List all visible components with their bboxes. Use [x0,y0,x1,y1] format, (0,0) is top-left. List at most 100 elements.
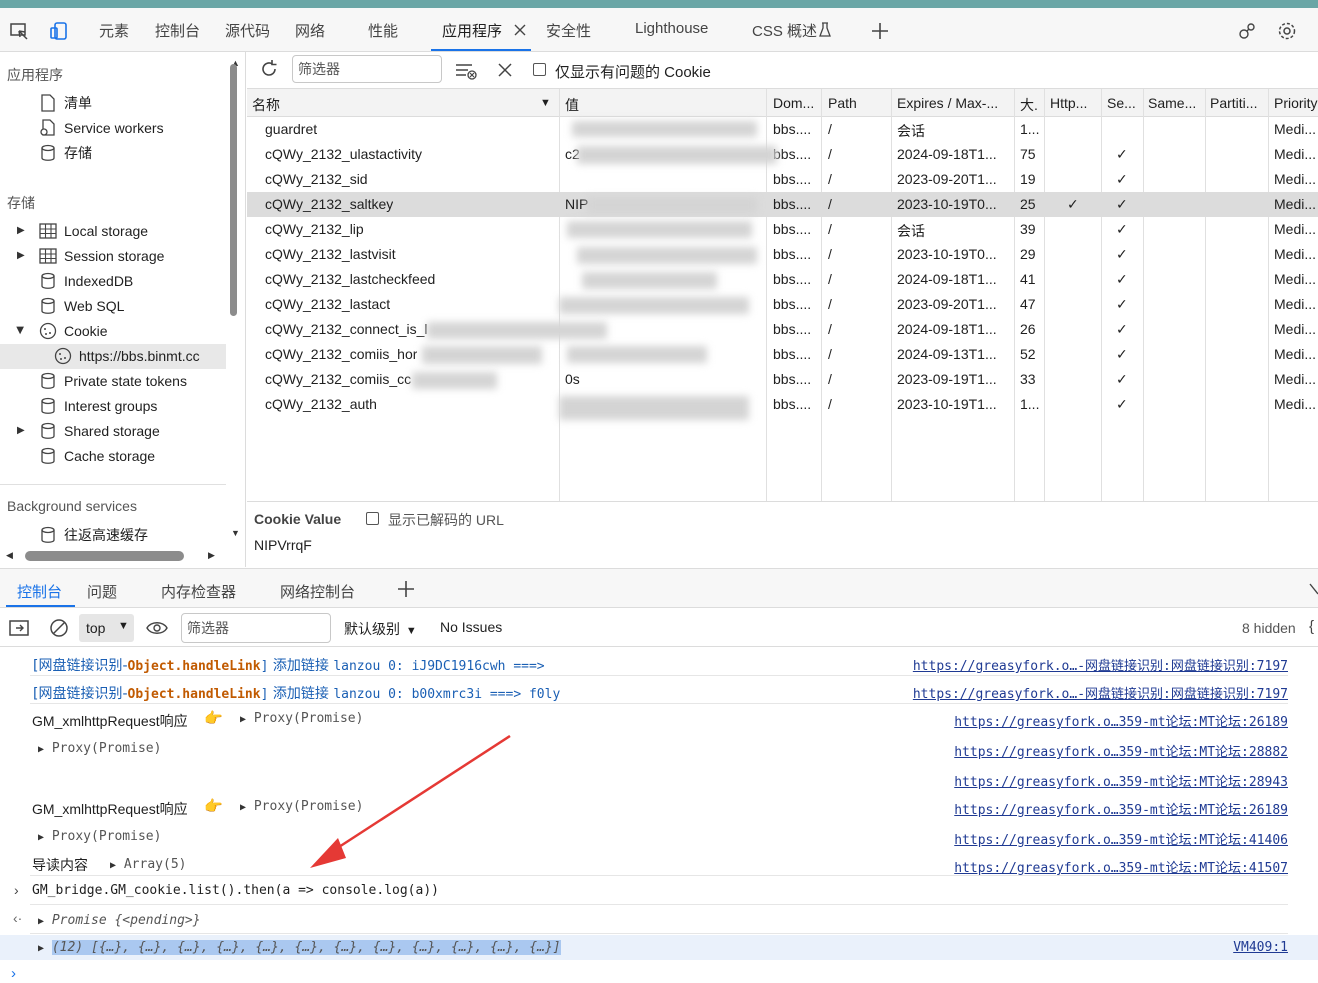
column-header-value[interactable]: 值 [565,95,579,115]
expand-arrow-icon[interactable]: ▶ [110,860,116,871]
tab-network[interactable]: 网络 [295,20,325,41]
only-issues-checkbox[interactable] [533,63,546,76]
show-decoded-url-checkbox[interactable] [366,512,379,525]
scroll-right-arrow-icon[interactable]: ▶ [208,550,215,561]
horizontal-scrollbar[interactable] [25,551,184,561]
scroll-left-arrow-icon[interactable]: ◀ [6,550,13,561]
expand-arrow-icon[interactable]: ▶ [17,225,25,236]
tab-performance[interactable]: 性能 [368,20,398,41]
sidebar-item-indexeddb[interactable]: IndexedDB [38,271,133,291]
expand-arrow-icon[interactable]: ▶ [38,943,44,954]
sidebar-item-cookie-origin[interactable]: https://bbs.binmt.cc [53,346,200,366]
settings-gear-icon[interactable] [1276,20,1298,42]
drawer-tab-memory-inspector[interactable]: 内存检查器 [161,581,236,602]
console-command[interactable]: GM_bridge.GM_cookie.list().then(a => con… [32,883,439,898]
log-object[interactable]: Proxy(Promise) [52,741,162,756]
table-row[interactable]: cQWy_2132_auth bbs.... / 2023-10-19T1... 1..… [247,392,1318,417]
source-link[interactable]: https://greasyfork.o…359-mt论坛:MT论坛:41406 [954,829,1288,848]
column-header-httponly[interactable]: Http... [1050,95,1087,111]
source-link[interactable]: https://greasyfork.o…-网盘链接识别:网盘链接识别:7197 [913,683,1288,702]
column-header-expires[interactable]: Expires / Max-... [897,95,998,111]
source-link[interactable]: VM409:1 [1233,940,1288,955]
device-toolbar-icon[interactable] [48,20,70,42]
column-header-size[interactable]: 大. [1020,95,1038,115]
tab-application[interactable]: 应用程序 [442,20,502,41]
tab-sources[interactable]: 源代码 [225,20,270,41]
column-header-priority[interactable]: Priority [1274,95,1318,111]
table-row[interactable]: cQWy_2132_lastvisit bbs.... / 2023-10-19T0.… [247,242,1318,267]
expand-arrow-icon[interactable]: ▶ [38,744,44,755]
tab-console[interactable]: 控制台 [155,20,200,41]
sidebar-item-service-workers[interactable]: Service workers [38,118,164,138]
more-tabs-plus-icon[interactable] [869,20,891,42]
sort-desc-icon[interactable]: ▼ [540,97,551,109]
sidebar-item-local-storage[interactable]: Local storage [38,221,148,241]
source-link[interactable]: https://greasyfork.o…359-mt论坛:MT论坛:26189 [954,799,1288,818]
promise-result[interactable]: Promise {<pending>} [52,913,201,928]
tab-css-overview[interactable]: CSS 概述 [752,20,817,41]
drawer-tab-issues[interactable]: 问题 [87,581,117,602]
table-row[interactable]: cQWy_2132_comiis_cc 0s bbs.... / 2023-09-19T… [247,367,1318,392]
table-row[interactable]: cQWy_2132_saltkey NIP bbs.... / 2023-10-19T0… [247,192,1318,217]
sidebar-item-web-sql[interactable]: Web SQL [38,296,124,316]
vertical-scrollbar[interactable] [230,64,237,316]
refresh-icon[interactable] [258,58,280,80]
sidebar-item-interest-groups[interactable]: Interest groups [38,396,157,416]
close-tab-icon[interactable] [512,22,528,38]
delete-all-icon[interactable] [495,60,515,80]
cookie-filter-input[interactable]: 筛选器 [292,55,442,83]
sidebar-toggle-icon[interactable] [8,617,30,639]
sidebar-item-session-storage[interactable]: Session storage [38,246,164,266]
column-header-secure[interactable]: Se... [1107,95,1136,111]
cookie-value-text[interactable]: NIPVrrqF [254,537,312,553]
source-link[interactable]: https://greasyfork.o…-网盘链接识别:网盘链接识别:7197 [913,655,1288,674]
console-settings-icon[interactable]: { [1309,618,1314,635]
table-row[interactable]: cQWy_2132_ulastactivity c2 bbs..../2024-09… [247,142,1318,167]
log-object[interactable]: Proxy(Promise) [52,829,162,844]
column-header-path[interactable]: Path [828,95,857,111]
expand-arrow-icon[interactable]: ▶ [17,250,25,261]
table-row[interactable]: cQWy_2132_comiis_hor bbs.... / 2024-09-13T1… [247,342,1318,367]
console-prompt-chevron-icon[interactable]: › [11,965,16,982]
sidebar-item-manifest[interactable]: 清单 [38,93,92,113]
close-drawer-icon[interactable] [1308,581,1318,597]
clear-filtered-icon[interactable] [454,60,478,82]
drawer-tab-console[interactable]: 控制台 [17,581,62,602]
issues-counter[interactable]: No Issues [440,619,502,635]
live-expression-eye-icon[interactable] [146,618,168,638]
source-link[interactable]: https://greasyfork.o…359-mt论坛:MT论坛:28943 [954,771,1288,790]
source-link[interactable]: https://greasyfork.o…359-mt论坛:MT论坛:28882 [954,741,1288,760]
array-log-output[interactable]: (12) [{…}, {…}, {…}, {…}, {…}, {…}, {…},… [51,940,561,955]
table-row[interactable]: cQWy_2132_sid bbs.... / 2023-09-20T1... 19 ✓ M… [247,167,1318,192]
inspect-element-icon[interactable] [8,20,30,42]
expand-arrow-icon[interactable]: ▶ [240,802,246,813]
drawer-tab-network-console[interactable]: 网络控制台 [280,581,355,602]
source-link[interactable]: https://greasyfork.o…359-mt论坛:MT论坛:26189 [954,711,1288,730]
expand-arrow-icon[interactable]: ▶ [17,425,25,436]
sidebar-item-bfcache[interactable]: 往返高速缓存 [38,525,148,545]
table-row[interactable]: guardret bbs.... / 会话 1... Medi... [247,117,1318,142]
column-header-samesite[interactable]: Same... [1148,95,1196,111]
collapse-arrow-icon[interactable]: ▶ [14,327,25,335]
add-drawer-tab-plus-icon[interactable] [396,579,416,599]
table-row[interactable]: cQWy_2132_connect_is_l bbs.... / 2024-09-18… [247,317,1318,342]
expand-arrow-icon[interactable]: ▶ [240,714,246,725]
sidebar-item-shared-storage[interactable]: Shared storage [38,421,160,441]
column-header-name[interactable]: 名称 [252,95,280,115]
expand-arrow-icon[interactable]: ▶ [38,916,44,927]
expand-arrow-icon[interactable]: ▶ [38,832,44,843]
tab-security[interactable]: 安全性 [546,20,591,41]
table-row[interactable]: cQWy_2132_lastcheckfeed bbs.... / 2024-09-1… [247,267,1318,292]
table-row[interactable]: cQWy_2132_lastact bbs.... / 2023-09-20T1...… [247,292,1318,317]
tab-lighthouse[interactable]: Lighthouse [635,20,708,37]
sidebar-item-cookie[interactable]: Cookie [38,321,108,341]
column-header-partition[interactable]: Partiti... [1210,95,1257,111]
column-header-domain[interactable]: Dom... [773,95,814,111]
tab-elements[interactable]: 元素 [99,20,129,41]
console-filter-input[interactable]: 筛选器 [181,613,331,643]
source-link[interactable]: https://greasyfork.o…359-mt论坛:MT论坛:41507 [954,857,1288,876]
table-row[interactable]: cQWy_2132_lip bbs.... / 会话 39 ✓ Medi... [247,217,1318,242]
customize-icon[interactable] [1236,20,1258,42]
sidebar-item-storage[interactable]: 存储 [38,143,92,163]
log-level-dropdown[interactable]: 默认级别 ▼ [344,619,417,639]
